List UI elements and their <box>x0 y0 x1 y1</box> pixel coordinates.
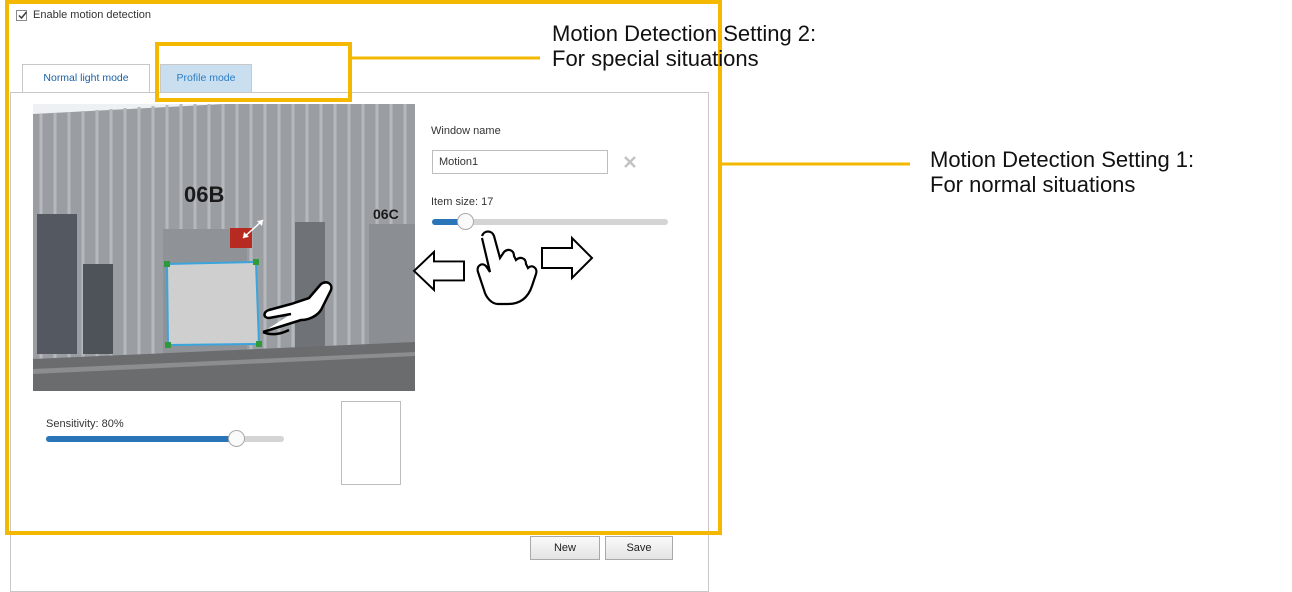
callout-setting1: Motion Detection Setting 1: For normal s… <box>930 147 1194 197</box>
setting1-highlight-box <box>5 0 722 535</box>
callout-setting2: Motion Detection Setting 2: For special … <box>552 21 816 71</box>
callout-setting2-line2: For special situations <box>552 46 759 71</box>
callout-setting1-line2: For normal situations <box>930 172 1136 197</box>
callout-setting1-line1: Motion Detection Setting 1: <box>930 147 1195 172</box>
setting2-highlight-box <box>155 42 352 102</box>
callout-overlay <box>5 0 910 535</box>
callout-setting2-line1: Motion Detection Setting 2: <box>552 21 817 46</box>
